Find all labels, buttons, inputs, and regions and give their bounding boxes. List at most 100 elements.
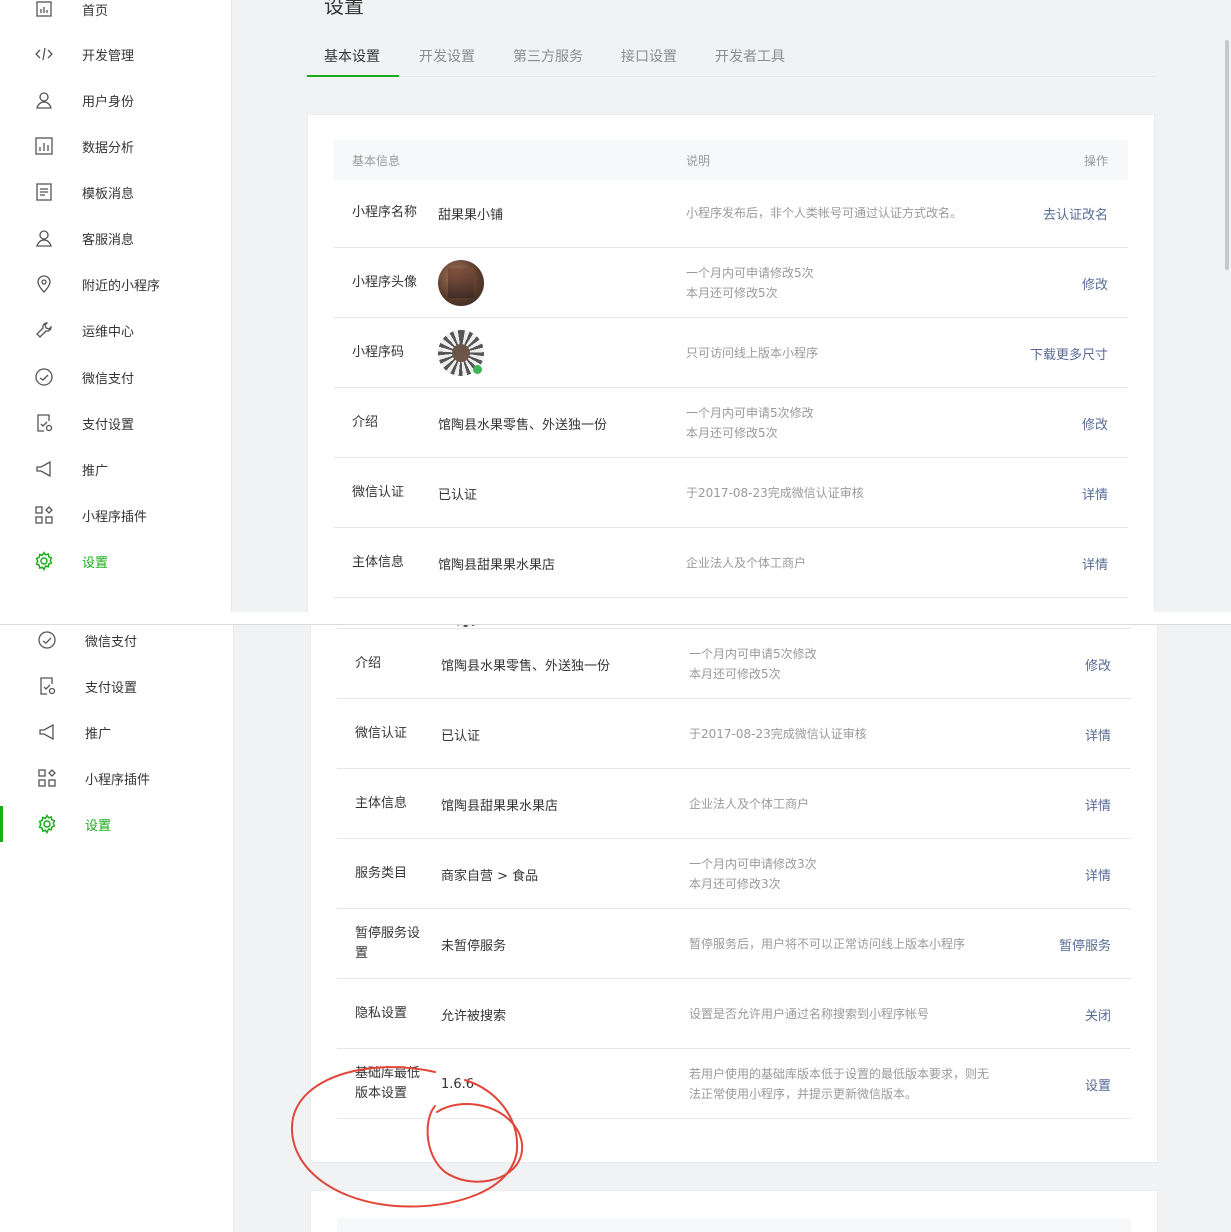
sidebar-item-label: 模板消息: [82, 186, 135, 202]
sidebar-item-label: 支付设置: [85, 680, 138, 696]
plugin-icon: [32, 503, 56, 527]
row-value: [438, 248, 484, 318]
row-label: 隐私设置: [355, 1006, 408, 1021]
sidebar-item-label: 微信支付: [85, 634, 138, 650]
sidebar-item-customer-service[interactable]: 客服消息: [0, 215, 232, 261]
row-description-line: 本月还可修改5次: [686, 426, 778, 440]
tab-dev-tools[interactable]: 开发者工具: [715, 37, 785, 77]
edit-intro-link[interactable]: 修改: [1082, 388, 1108, 458]
sidebar-item-payment-settings[interactable]: 支付设置: [0, 400, 232, 446]
sidebar-item-dev-management[interactable]: 开发管理: [0, 31, 232, 77]
row-description-line: 小程序发布后，非个人类帐号可通过认证方式改名。: [686, 206, 963, 220]
row-label: 介绍: [355, 656, 382, 671]
row-description: 于2017-08-23完成微信认证审核: [686, 458, 1026, 528]
tab-basic-settings[interactable]: 基本设置: [324, 37, 380, 77]
sidebar-item-settings[interactable]: 设置: [0, 538, 232, 584]
sidebar-item-home[interactable]: 首页: [0, 0, 232, 32]
code-icon: [32, 42, 56, 66]
row-description-line: 暂停服务后，用户将不可以正常访问线上版本小程序: [689, 937, 966, 951]
sidebar-item-label: 支付设置: [82, 417, 135, 433]
plugin-icon: [35, 766, 59, 790]
row-value: 允许被搜索: [441, 1008, 507, 1024]
sidebar-item-label: 设置: [85, 818, 112, 834]
rename-link[interactable]: 去认证改名: [1043, 178, 1108, 248]
sidebar-item-promotion[interactable]: 推广: [0, 446, 232, 492]
row-description-line: 本月还可修改5次: [686, 286, 778, 300]
sidebar-item-label: 微信支付: [82, 371, 135, 387]
row-description: 一个月内可申请修改3次 本月还可修改3次: [689, 839, 1029, 909]
row-value: 商家自营 > 食品: [441, 868, 539, 884]
table-row: 小程序头像 一个月内可申请修改5次 本月还可修改5次 修改: [334, 248, 1128, 318]
table-header: [337, 1218, 1131, 1232]
row-description-line: 于2017-08-23完成微信认证审核: [686, 486, 864, 500]
row-value: 已认证: [438, 487, 478, 503]
page-title: 设置: [324, 0, 364, 18]
tab-api-settings[interactable]: 接口设置: [621, 37, 677, 77]
header-description: 说明: [686, 154, 711, 168]
chart-icon: [32, 134, 56, 158]
category-details-link[interactable]: 详情: [1085, 839, 1111, 909]
table-header: 基本信息 说明 操作: [334, 140, 1128, 180]
verification-details-link[interactable]: 详情: [1085, 699, 1111, 769]
sidebar-item-promotion[interactable]: 推广: [0, 709, 232, 755]
suspend-service-link[interactable]: 暂停服务: [1059, 909, 1111, 979]
table-row: 介绍 馆陶县水果零售、外送独一份 一个月内可申请5次修改 本月还可修改5次 修改: [334, 388, 1128, 458]
download-sizes-link[interactable]: 下载更多尺寸: [1030, 318, 1108, 388]
sidebar-item-plugin[interactable]: 小程序插件: [0, 755, 232, 801]
row-value: 1.6.6: [441, 1076, 475, 1092]
row-description: 暂停服务后，用户将不可以正常访问线上版本小程序: [689, 909, 1029, 979]
row-description-line: 法正常使用小程序，并提示更新微信版本。: [689, 1087, 918, 1101]
sidebar-item-template-message[interactable]: 模板消息: [0, 169, 232, 215]
sidebar-item-label: 首页: [82, 3, 109, 19]
row-description-line: 本月还可修改5次: [689, 667, 781, 681]
sidebar-item-label: 小程序插件: [85, 772, 151, 788]
row-description: 企业法人及个体工商户: [689, 769, 1029, 839]
table-row: 服务类目 商家自营 > 食品 一个月内可申请修改3次 本月还可修改3次 详情: [337, 839, 1131, 909]
table-row: 基础库最低版本设置 1.6.6 若用户使用的基础库版本低于设置的最低版本要求，则…: [337, 1049, 1131, 1119]
location-icon: [32, 272, 56, 296]
sidebar-item-plugin[interactable]: 小程序插件: [0, 492, 232, 538]
sidebar-item-data-analysis[interactable]: 数据分析: [0, 123, 232, 169]
tab-underline: [307, 75, 399, 77]
sidebar-item-label: 客服消息: [82, 232, 135, 248]
sidebar-item-label: 推广: [85, 726, 112, 742]
sidebar-item-label: 小程序插件: [82, 509, 148, 525]
tab-third-party[interactable]: 第三方服务: [513, 37, 583, 77]
entity-details-link[interactable]: 详情: [1085, 769, 1111, 839]
row-label: 基础库最低版本设置: [355, 1066, 421, 1101]
sidebar-item-ops-center[interactable]: 运维中心: [0, 307, 232, 353]
scrollbar[interactable]: [1225, 40, 1229, 270]
edit-intro-link[interactable]: 修改: [1085, 629, 1111, 699]
tab-dev-settings[interactable]: 开发设置: [419, 37, 475, 77]
table-row: 主体信息 馆陶县甜果果水果店 企业法人及个体工商户 详情: [337, 769, 1131, 839]
edit-avatar-link[interactable]: 修改: [1082, 248, 1108, 318]
row-description-line: 若用户使用的基础库版本低于设置的最低版本要求，则无: [689, 1067, 990, 1081]
screenshot-top: 首页 开发管理 用户身份 数据分析 模板消息 客服消息 附近的小程序 运维中心: [0, 0, 1231, 612]
row-description: 一个月内可申请5次修改 本月还可修改5次: [689, 629, 1029, 699]
wrench-icon: [32, 318, 56, 342]
entity-details-link[interactable]: 详情: [1082, 528, 1108, 598]
sidebar-item-wechat-pay[interactable]: 微信支付: [0, 354, 232, 400]
sidebar: 微信支付 支付设置 推广 小程序插件 设置: [0, 612, 234, 1232]
sidebar-item-label: 附近的小程序: [82, 278, 161, 294]
sidebar-item-label: 设置: [82, 555, 109, 571]
sidebar-item-label: 数据分析: [82, 140, 135, 156]
row-description-line: 本月还可修改3次: [689, 877, 781, 891]
row-value: 馆陶县水果零售、外送独一份: [441, 658, 611, 674]
sidebar-item-settings[interactable]: 设置: [0, 801, 232, 847]
sidebar-item-payment-settings[interactable]: 支付设置: [0, 663, 232, 709]
row-description-line: 只可访问线上版本小程序: [686, 346, 819, 360]
row-description-line: 企业法人及个体工商户: [689, 797, 810, 811]
verification-details-link[interactable]: 详情: [1082, 458, 1108, 528]
home-icon: [32, 0, 56, 21]
megaphone-icon: [35, 720, 59, 744]
row-description-line: 一个月内可申请修改3次: [689, 857, 817, 871]
min-version-settings-link[interactable]: 设置: [1085, 1049, 1111, 1119]
screenshot-divider: [0, 612, 1231, 625]
sidebar-item-nearby[interactable]: 附近的小程序: [0, 261, 232, 307]
header-basic-info: 基本信息: [352, 154, 401, 168]
row-description-line: 企业法人及个体工商户: [686, 556, 807, 570]
privacy-close-link[interactable]: 关闭: [1085, 979, 1111, 1049]
gauge-icon: [32, 365, 56, 389]
sidebar-item-user-identity[interactable]: 用户身份: [0, 77, 232, 123]
